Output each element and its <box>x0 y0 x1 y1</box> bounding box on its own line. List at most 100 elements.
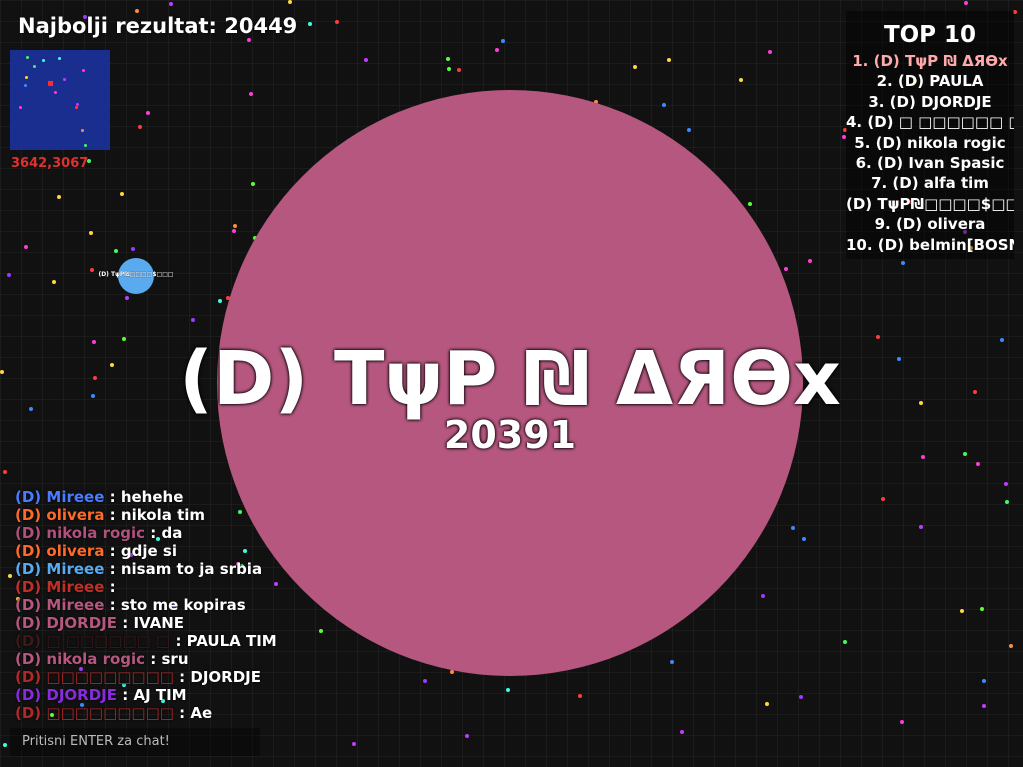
chat-message-text: : sru <box>145 650 189 668</box>
food-pellet <box>799 695 803 699</box>
food-pellet <box>982 679 986 683</box>
chat-message-prefix: (D) <box>15 488 47 506</box>
leaderboard-entry: 3. (D) DJORDJE <box>868 92 992 111</box>
chat-message-prefix: (D) <box>15 632 47 650</box>
food-pellet <box>0 370 4 374</box>
food-pellet <box>423 679 427 683</box>
minimap-dot <box>19 106 22 109</box>
food-pellet <box>980 607 984 611</box>
food-pellet <box>57 195 61 199</box>
chat-message: (D) olivera : gdje si <box>15 542 277 560</box>
food-pellet <box>1005 500 1009 504</box>
food-pellet <box>135 9 139 13</box>
food-pellet <box>964 1 968 5</box>
leaderboard-list: 1. (D) TψP ₪ ΔЯϴx 2. (D) PAULA 3. (D) DJOR… <box>846 51 1014 255</box>
chat-message: (D) nikola rogic : sru <box>15 650 277 668</box>
food-pellet <box>748 202 752 206</box>
food-pellet <box>982 704 986 708</box>
food-pellet <box>843 640 847 644</box>
food-pellet <box>919 401 923 405</box>
chat-message: (D) nikola rogic : da <box>15 524 277 542</box>
food-pellet <box>7 273 11 277</box>
food-pellet <box>501 39 505 43</box>
food-pellet <box>249 92 253 96</box>
chat-message-prefix: (D) <box>15 704 47 722</box>
chat-message-prefix: (D) <box>15 578 47 596</box>
chat-message-prefix: (D) <box>15 524 47 542</box>
best-score: Najbolji rezultat: 20449 <box>18 14 298 38</box>
chat-message-prefix: (D) <box>15 596 47 614</box>
chat-message-text: : IVANE <box>117 614 185 632</box>
chat-message-text: : sto me kopiras <box>104 596 246 614</box>
chat-message-prefix: (D) <box>15 542 47 560</box>
chat-message-text: : Ae <box>173 704 213 722</box>
leaderboard-entry: 9. (D) olivera <box>874 215 986 234</box>
food-pellet <box>900 720 904 724</box>
minimap-dot <box>84 144 87 147</box>
chat-message-prefix: (D) <box>15 506 47 524</box>
chat-message-prefix: (D) <box>15 686 47 704</box>
minimap-dot <box>25 76 28 79</box>
food-pellet <box>131 247 135 251</box>
minimap-dot <box>54 91 57 94</box>
food-pellet <box>881 497 885 501</box>
minimap-dot <box>42 59 45 62</box>
chat-message-author: □□□□□□□□□ <box>46 668 174 686</box>
minimap <box>10 50 110 150</box>
leaderboard: TOP 10 1. (D) TψP ₪ ΔЯϴx 2. (D) PAULA 3. (… <box>846 11 1014 259</box>
food-pellet <box>973 390 977 394</box>
food-pellet <box>218 299 222 303</box>
food-pellet <box>125 296 129 300</box>
leaderboard-entry: 7. (D) alfa tim <box>871 174 989 193</box>
chat-message-text: : da <box>145 524 183 542</box>
chat-message: (D) DJORDJE : IVANE <box>15 614 277 632</box>
leaderboard-entry: 1. (D) TψP ₪ ΔЯϴx <box>852 52 1008 70</box>
food-pellet <box>791 526 795 530</box>
food-pellet <box>1000 338 1004 342</box>
chat-message-author: olivera <box>46 506 105 524</box>
chat-message-author: olivera <box>46 542 105 560</box>
chat-message-author: DJORDJE <box>46 614 118 632</box>
minimap-dot <box>24 84 27 87</box>
chat-input-hint[interactable]: Pritisni ENTER za chat! <box>10 728 260 756</box>
food-pellet <box>897 357 901 361</box>
food-pellet <box>1009 644 1013 648</box>
food-pellet <box>495 48 499 52</box>
food-pellet <box>465 734 469 738</box>
food-pellet <box>446 57 450 61</box>
food-pellet <box>667 58 671 62</box>
food-pellet <box>578 694 582 698</box>
food-pellet <box>761 594 765 598</box>
food-pellet <box>447 67 451 71</box>
chat-message-prefix: (D) <box>15 650 47 668</box>
food-pellet <box>3 743 7 747</box>
minimap-dot <box>33 65 36 68</box>
chat-message-text: : nisam to ja srbia <box>104 560 263 578</box>
game-canvas[interactable]: (D) TψP ₪ ΔЯϴx 20391 (D) TψP₪□□□□$□□□ Na… <box>0 0 1023 767</box>
minimap-player-marker <box>48 81 53 86</box>
chat-message-text: : <box>104 578 116 596</box>
food-pellet <box>122 337 126 341</box>
chat-message: (D) Mireee : <box>15 578 277 596</box>
leaderboard-entry: 5. (D) nikola rogic <box>854 133 1006 152</box>
food-pellet <box>687 128 691 132</box>
chat-message-prefix: (D) <box>15 560 47 578</box>
chat-message: (D) Mireee : sto me kopiras <box>15 596 277 614</box>
minimap-dot <box>75 106 78 109</box>
chat-message-text: : AJ TIM <box>117 686 187 704</box>
chat-message: (D) □□□□□□□□□ : DJORDJE <box>15 668 277 686</box>
food-pellet <box>92 340 96 344</box>
chat-message-author: □ □□□□□□ □ <box>46 632 171 650</box>
minimap-dot <box>58 57 61 60</box>
food-pellet <box>901 261 905 265</box>
food-pellet <box>110 363 114 367</box>
food-pellet <box>335 20 339 24</box>
chat-message-text: : DJORDJE <box>173 668 262 686</box>
chat-message-text: : gdje si <box>104 542 177 560</box>
chat-message-text: : hehehe <box>104 488 184 506</box>
food-pellet <box>319 629 323 633</box>
food-pellet <box>288 0 292 4</box>
minimap-dot <box>82 69 85 72</box>
food-pellet <box>765 702 769 706</box>
player-cell-mass: 20391 <box>443 413 577 457</box>
